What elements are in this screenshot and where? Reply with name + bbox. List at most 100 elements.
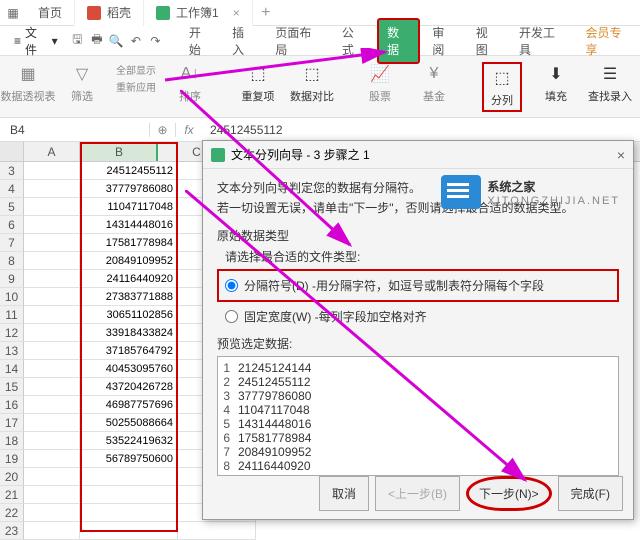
row-header[interactable]: 12 bbox=[0, 324, 24, 342]
row-header[interactable]: 21 bbox=[0, 486, 24, 504]
tab-daoke[interactable]: 稻壳 bbox=[75, 0, 144, 26]
row-header[interactable]: 19 bbox=[0, 450, 24, 468]
preview-icon[interactable]: 🔍 bbox=[109, 33, 125, 49]
cell[interactable]: 53522419632 bbox=[80, 432, 178, 450]
cancel-button[interactable]: 取消 bbox=[319, 476, 369, 511]
ribbon-sort[interactable]: A↓排序 bbox=[170, 62, 210, 104]
cell[interactable] bbox=[24, 432, 80, 450]
cell[interactable] bbox=[24, 396, 80, 414]
cell[interactable]: 27383771888 bbox=[80, 288, 178, 306]
tab-home[interactable]: 首页 bbox=[26, 0, 75, 26]
ribbon-fund[interactable]: ¥基金 bbox=[414, 62, 454, 104]
cell[interactable]: 11047117048 bbox=[80, 198, 178, 216]
cell[interactable] bbox=[24, 522, 80, 540]
row-header[interactable]: 16 bbox=[0, 396, 24, 414]
ribbon-compare[interactable]: ⬚数据对比 bbox=[292, 62, 332, 104]
cell[interactable] bbox=[80, 504, 178, 522]
cell[interactable]: 14314448016 bbox=[80, 216, 178, 234]
cell[interactable] bbox=[178, 522, 256, 540]
row-header[interactable]: 8 bbox=[0, 252, 24, 270]
ribbon-label[interactable]: 重新应用 bbox=[116, 79, 156, 94]
ribbon-stock[interactable]: 📈股票 bbox=[360, 62, 400, 104]
cell[interactable] bbox=[24, 198, 80, 216]
cell[interactable]: 24512455112 bbox=[80, 162, 178, 180]
ribbon-tab-layout[interactable]: 页面布局 bbox=[267, 20, 330, 62]
fn-icon[interactable]: ⊕ bbox=[150, 123, 176, 137]
col-header-b[interactable]: B bbox=[80, 142, 158, 161]
file-menu[interactable]: ≡ 文件 ▾ bbox=[6, 24, 66, 58]
radio-delimiter[interactable] bbox=[225, 279, 238, 292]
cell[interactable] bbox=[24, 342, 80, 360]
row-header[interactable]: 10 bbox=[0, 288, 24, 306]
ribbon-pivot[interactable]: ▦数据透视表 bbox=[8, 62, 48, 104]
cell[interactable] bbox=[24, 414, 80, 432]
cell[interactable]: 56789750600 bbox=[80, 450, 178, 468]
cell[interactable] bbox=[80, 468, 178, 486]
cell[interactable] bbox=[24, 180, 80, 198]
col-header-a[interactable]: A bbox=[24, 142, 80, 161]
row-header[interactable]: 5 bbox=[0, 198, 24, 216]
row-header[interactable]: 22 bbox=[0, 504, 24, 522]
ribbon-split[interactable]: ⬚分列 bbox=[482, 62, 522, 112]
row-header[interactable]: 7 bbox=[0, 234, 24, 252]
dialog-titlebar[interactable]: 文本分列向导 - 3 步骤之 1 × bbox=[203, 141, 633, 169]
ribbon-tab-start[interactable]: 开始 bbox=[181, 20, 220, 62]
ribbon-tab-data[interactable]: 数据 bbox=[377, 18, 420, 64]
ribbon-filter[interactable]: ▽筛选 bbox=[62, 62, 102, 104]
row-header[interactable]: 4 bbox=[0, 180, 24, 198]
ribbon-tab-insert[interactable]: 插入 bbox=[224, 20, 263, 62]
cell[interactable] bbox=[24, 360, 80, 378]
formula-value[interactable]: 24512455112 bbox=[202, 123, 291, 137]
ribbon-fill[interactable]: ⬇填充 bbox=[536, 62, 576, 104]
option-delimiter[interactable]: 分隔符号(D) -用分隔字符，如逗号或制表符分隔每个字段 bbox=[225, 275, 611, 296]
cell[interactable] bbox=[24, 234, 80, 252]
cell[interactable] bbox=[24, 216, 80, 234]
ribbon-lookup[interactable]: ☰查找录入 bbox=[590, 62, 630, 104]
finish-button[interactable]: 完成(F) bbox=[558, 476, 623, 511]
cell[interactable]: 40453095760 bbox=[80, 360, 178, 378]
row-header[interactable]: 23 bbox=[0, 522, 24, 540]
cell[interactable] bbox=[24, 450, 80, 468]
save-icon[interactable]: 🖫 bbox=[70, 33, 86, 49]
cell[interactable]: 17581778984 bbox=[80, 234, 178, 252]
cell[interactable]: 37185764792 bbox=[80, 342, 178, 360]
row-header[interactable]: 20 bbox=[0, 468, 24, 486]
preview-box[interactable]: 1212451241442245124551123377797860804110… bbox=[217, 356, 619, 476]
cell[interactable]: 24116440920 bbox=[80, 270, 178, 288]
ribbon-dup[interactable]: ⬚重复项 bbox=[238, 62, 278, 104]
cell[interactable] bbox=[24, 378, 80, 396]
ribbon-tab-view[interactable]: 视图 bbox=[468, 20, 507, 62]
cell[interactable] bbox=[24, 162, 80, 180]
cell[interactable]: 37779786080 bbox=[80, 180, 178, 198]
cell[interactable]: 30651102856 bbox=[80, 306, 178, 324]
cell[interactable] bbox=[24, 324, 80, 342]
fx-icon[interactable]: fx bbox=[176, 123, 202, 137]
redo-icon[interactable]: ↷ bbox=[148, 33, 164, 49]
ribbon-tab-review[interactable]: 审阅 bbox=[424, 20, 463, 62]
cell[interactable]: 43720426728 bbox=[80, 378, 178, 396]
ribbon-tab-vip[interactable]: 会员专享 bbox=[577, 20, 640, 62]
cell[interactable]: 46987757696 bbox=[80, 396, 178, 414]
cell[interactable]: 50255088664 bbox=[80, 414, 178, 432]
row-header[interactable]: 6 bbox=[0, 216, 24, 234]
ribbon-tab-dev[interactable]: 开发工具 bbox=[511, 20, 574, 62]
cell[interactable] bbox=[24, 252, 80, 270]
select-all-corner[interactable] bbox=[0, 142, 24, 161]
print-icon[interactable]: 🖶 bbox=[89, 33, 105, 49]
row-header[interactable]: 15 bbox=[0, 378, 24, 396]
cell[interactable]: 33918433824 bbox=[80, 324, 178, 342]
cell[interactable] bbox=[24, 504, 80, 522]
ribbon-label[interactable]: 全部显示 bbox=[116, 62, 156, 77]
cell[interactable] bbox=[24, 288, 80, 306]
cell[interactable] bbox=[80, 486, 178, 504]
app-menu-icon[interactable]: ▦ bbox=[0, 0, 26, 26]
next-button[interactable]: 下一步(N)> bbox=[466, 476, 552, 511]
row-header[interactable]: 14 bbox=[0, 360, 24, 378]
close-icon[interactable]: × bbox=[233, 6, 240, 20]
row-header[interactable]: 18 bbox=[0, 432, 24, 450]
radio-fixed[interactable] bbox=[225, 310, 238, 323]
row-header[interactable]: 13 bbox=[0, 342, 24, 360]
row-header[interactable]: 11 bbox=[0, 306, 24, 324]
name-box[interactable]: B4 bbox=[0, 123, 150, 137]
undo-icon[interactable]: ↶ bbox=[128, 33, 144, 49]
